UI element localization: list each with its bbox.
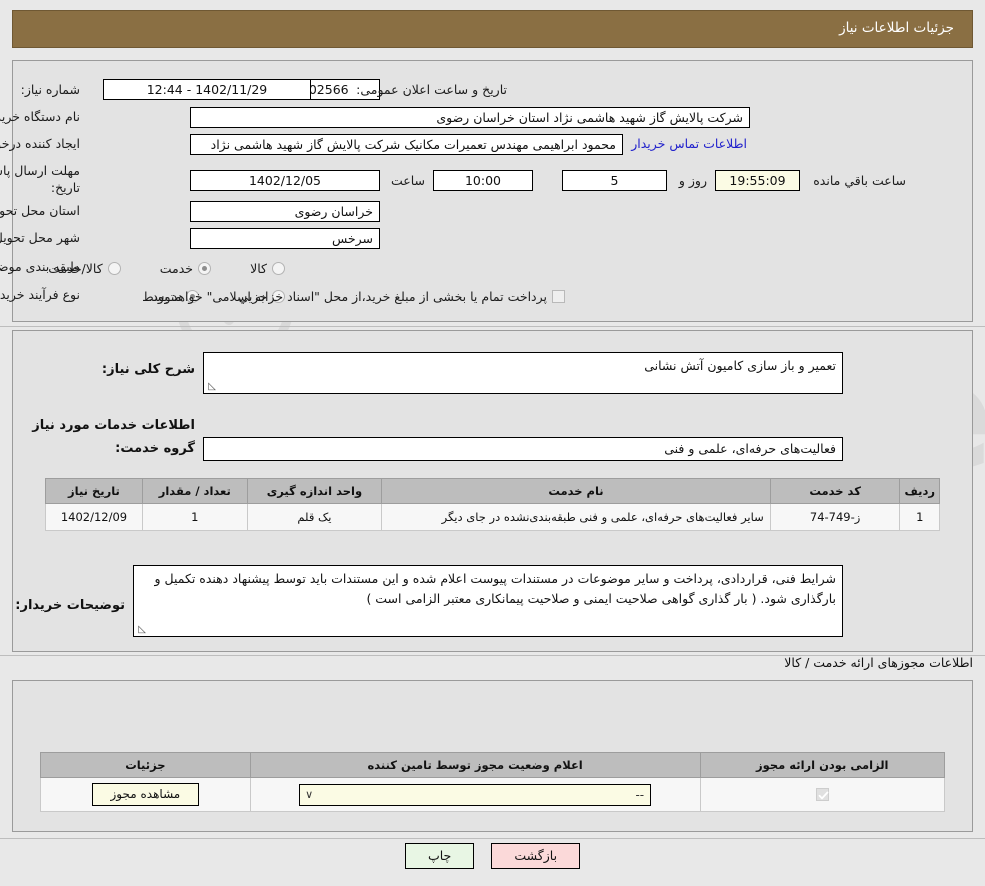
general-desc-label: شرح کلی نیاز: [101, 362, 195, 377]
cell-quantity: 1 [141, 503, 248, 531]
chevron-down-icon: ∨ [305, 787, 314, 801]
buyer-notes-label: توضیحات خریدار: [15, 598, 125, 613]
page-title: جزئیات اطلاعات نیاز [839, 20, 954, 36]
checkbox-icon[interactable] [552, 290, 565, 303]
process-label: نوع فرآیند خرید : [0, 287, 80, 302]
divider [0, 838, 985, 839]
permit-status-select[interactable]: ∨ -- [299, 783, 652, 806]
cell-unit: یک قلم [246, 503, 383, 531]
radio-icon[interactable] [107, 262, 121, 275]
announce-datetime-value: 1402/11/29 - 12:44 [103, 79, 311, 100]
requester-value: محمود ابراهیمی مهندس تعمیرات مکانیک شرکت… [190, 134, 623, 155]
cell-service-name: سایر فعالیت‌های حرفه‌ای، علمی و فنی طبقه… [381, 503, 771, 531]
category-option-label: کالا [250, 261, 267, 276]
service-group-value: فعالیت‌های حرفه‌ای، علمی و فنی [203, 437, 843, 461]
page-header-bar: جزئیات اطلاعات نیاز [12, 10, 973, 48]
remaining-time-label: ساعت باقي مانده [813, 173, 906, 188]
delivery-province-value: خراسان رضوی [190, 201, 380, 222]
th-permit-required: الزامی بودن ارائه مجوز [699, 752, 945, 778]
permits-section-title: اطلاعات مجوزهای ارائه خدمت / کالا [784, 655, 973, 670]
category-option-kala-khedmat[interactable]: کالا/خدمت [48, 258, 121, 277]
deadline-hour-value: 10:00 [433, 170, 533, 191]
cell-permit-details: مشاهده مجوز [40, 777, 251, 812]
cell-permit-required [699, 777, 945, 812]
view-permit-button[interactable]: مشاهده مجوز [91, 783, 200, 806]
deadline-hour-label: ساعت [390, 173, 425, 188]
radio-icon[interactable] [272, 262, 285, 275]
radio-icon[interactable] [198, 262, 212, 275]
announce-datetime-label: تاریخ و ساعت اعلان عمومی: [356, 82, 507, 97]
back-button[interactable]: بازگشت [491, 843, 581, 869]
remaining-days-value: 5 [562, 170, 667, 191]
resize-grip-icon: ◺ [208, 381, 216, 392]
permits-table-header-row: الزامی بودن ارائه مجوز اعلام وضعیت مجوز … [40, 752, 945, 778]
delivery-province-label: استان محل تحویل: [0, 203, 80, 218]
general-desc-value-box: تعمیر و باز سازی کامیون آتش نشانی ◺ [203, 352, 843, 394]
footer-actions: بازگشت چاپ [0, 843, 985, 869]
buyer-org-label: نام دستگاه خریدار: [0, 109, 80, 124]
need-number-label: شماره نیاز: [20, 82, 80, 97]
cell-radif: 1 [899, 503, 940, 531]
buyer-notes-value-box: شرایط فنی، قراردادی، پرداخت و سایر موضوع… [133, 565, 843, 637]
th-permit-status: اعلام وضعیت مجوز توسط تامین کننده [249, 752, 701, 778]
services-info-title: اطلاعات خدمات مورد نیاز [32, 418, 195, 433]
requester-label: ایجاد کننده درخواست: [0, 136, 80, 151]
th-unit: واحد اندازه گیری [246, 478, 383, 504]
general-desc-value: تعمیر و باز سازی کامیون آتش نشانی [644, 358, 836, 373]
cell-service-code: ز-749-74 [769, 503, 901, 531]
th-service-code: کد خدمت [769, 478, 901, 504]
buyer-contact-link[interactable]: اطلاعات تماس خریدار [631, 136, 747, 151]
cell-need-date: 1402/12/09 [45, 503, 143, 531]
category-radio-group[interactable]: کالا خدمت کالا/خدمت [14, 258, 285, 277]
services-table-header-row: ردیف کد خدمت نام خدمت واحد اندازه گیری ت… [45, 478, 940, 504]
deadline-label-line2: تاریخ: [50, 180, 80, 195]
treasury-checkbox-wrap[interactable]: پرداخت تمام یا بخشی از مبلغ خرید،از محل … [148, 286, 565, 305]
page-root: AriaTender AriaTender.net جزئیات اطلاعات… [0, 0, 985, 886]
deadline-date-value: 1402/12/05 [190, 170, 380, 191]
delivery-city-value: سرخس [190, 228, 380, 249]
treasury-checkbox-label: پرداخت تمام یا بخشی از مبلغ خرید،از محل … [148, 289, 547, 304]
services-table: ردیف کد خدمت نام خدمت واحد اندازه گیری ت… [45, 478, 940, 531]
cell-permit-status: ∨ -- [249, 777, 701, 812]
th-quantity: تعداد / مقدار [141, 478, 248, 504]
th-radif: ردیف [899, 478, 940, 504]
category-option-kala[interactable]: کالا [250, 258, 285, 277]
th-need-date: تاریخ نیاز [45, 478, 143, 504]
th-permit-details: جزئیات [40, 752, 251, 778]
buyer-notes-value: شرایط فنی، قراردادی، پرداخت و سایر موضوع… [154, 571, 836, 606]
permit-status-value: -- [635, 787, 645, 802]
checkbox-checked-icon [815, 787, 829, 801]
category-option-label: خدمت [159, 261, 194, 276]
remaining-time-value: 19:55:09 [715, 170, 800, 191]
th-service-name: نام خدمت [381, 478, 771, 504]
print-button[interactable]: چاپ [404, 843, 475, 869]
delivery-city-label: شهر محل تحویل: [0, 230, 80, 245]
table-row: ∨ -- مشاهده مجوز [40, 777, 945, 812]
service-group-label: گروه خدمت: [115, 441, 195, 456]
category-option-label: کالا/خدمت [48, 261, 103, 276]
category-option-khedmat[interactable]: خدمت [159, 258, 212, 277]
table-row: 1 ز-749-74 سایر فعالیت‌های حرفه‌ای، علمی… [45, 503, 940, 531]
resize-grip-icon: ◺ [138, 624, 146, 635]
deadline-label-line1: مهلت ارسال پاسخ: تا [0, 163, 80, 178]
permits-table: الزامی بودن ارائه مجوز اعلام وضعیت مجوز … [40, 752, 945, 812]
remaining-days-word: روز و [678, 173, 707, 188]
divider [0, 326, 985, 327]
buyer-org-value: شرکت پالایش گاز شهید هاشمی نژاد استان خر… [190, 107, 750, 128]
